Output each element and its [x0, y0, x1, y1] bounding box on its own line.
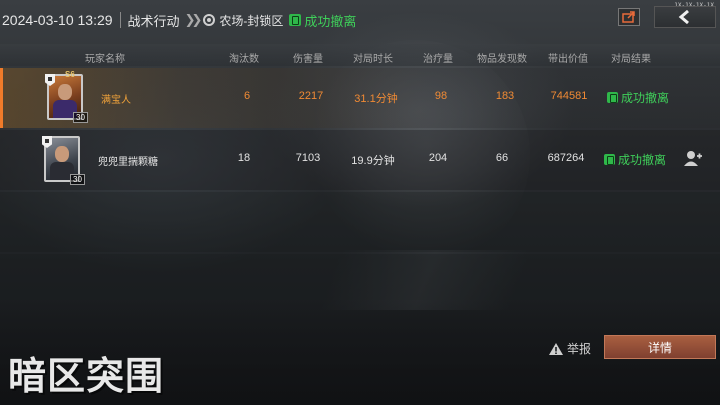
duration-value: 31.1分钟	[354, 93, 398, 105]
share-button[interactable]	[618, 8, 640, 26]
avatar-face	[55, 146, 69, 162]
game-mode: 战术行动	[127, 13, 180, 29]
chevron-right-icon: ❯❯	[184, 12, 203, 27]
col-duration: 对局时长	[353, 54, 393, 65]
result-cell: 成功撤离	[604, 151, 666, 168]
value-value: 744581	[550, 90, 588, 102]
result-cell: 成功撤离	[607, 89, 669, 106]
player-name: 兜兜里揣颗糖	[98, 157, 158, 168]
warning-icon	[549, 342, 563, 355]
col-kills: 淘汰数	[229, 54, 259, 65]
player-name: 满宝人	[101, 95, 131, 106]
top-bar: 2024-03-10 13:29 战术行动 ❯❯ 农场-封锁区 成功撤离	[0, 0, 720, 40]
col-items: 物品发现数	[477, 54, 527, 65]
heal-value: 98	[434, 90, 448, 102]
match-date: 2024-03-10 13:29	[2, 12, 113, 28]
report-label: 举报	[567, 342, 592, 356]
table-row[interactable]: S6 30 满宝人 6 2217 31.1分钟 98 183 744581 成功…	[0, 68, 720, 128]
player-level: 30	[70, 174, 85, 185]
col-player-name: 玩家名称	[85, 54, 125, 65]
result-text: 成功撤离	[621, 91, 670, 105]
col-damage: 伤害量	[293, 54, 323, 65]
heal-value: 204	[428, 152, 448, 164]
col-value: 带出价值	[548, 54, 588, 65]
map-icon	[203, 14, 216, 26]
details-label: 详情	[647, 340, 672, 355]
table-row[interactable]: 30 兜兜里揣颗糖 18 7103 19.9分钟 204 66 687264 成…	[0, 130, 720, 190]
map-name: 农场-封锁区	[219, 13, 284, 28]
result-text: 成功撤离	[618, 153, 667, 167]
season-icon: S6	[65, 70, 75, 79]
match-result: 成功撤离	[304, 13, 357, 29]
add-friend-icon[interactable]	[684, 150, 702, 166]
damage-value: 2217	[298, 90, 324, 102]
share-icon	[622, 11, 635, 23]
duration-value: 19.9分钟	[351, 155, 395, 167]
extract-icon	[604, 154, 615, 165]
col-heal: 治疗量	[423, 54, 453, 65]
game-logo: 暗区突围	[8, 354, 165, 398]
divider	[119, 12, 121, 28]
player-level: 30	[73, 112, 88, 123]
extract-icon	[607, 92, 618, 103]
col-result: 对局结果	[611, 54, 651, 65]
back-button[interactable]	[654, 6, 716, 28]
empty-row	[0, 192, 720, 252]
kills-value: 18	[237, 152, 251, 164]
value-value: 687264	[547, 152, 585, 164]
damage-value: 7103	[295, 152, 321, 164]
kills-value: 6	[243, 90, 251, 102]
details-button[interactable]: 详情	[604, 335, 716, 359]
items-value: 183	[495, 90, 515, 102]
chevron-left-icon	[678, 10, 689, 24]
items-value: 66	[495, 152, 509, 164]
avatar-face	[58, 84, 72, 100]
empty-row	[0, 254, 720, 300]
table-header: 玩家名称 淘汰数 伤害量 对局时长 治疗量 物品发现数 带出价值 对局结果	[0, 44, 720, 66]
extract-icon	[289, 14, 302, 26]
report-button[interactable]: 举报	[548, 340, 591, 357]
